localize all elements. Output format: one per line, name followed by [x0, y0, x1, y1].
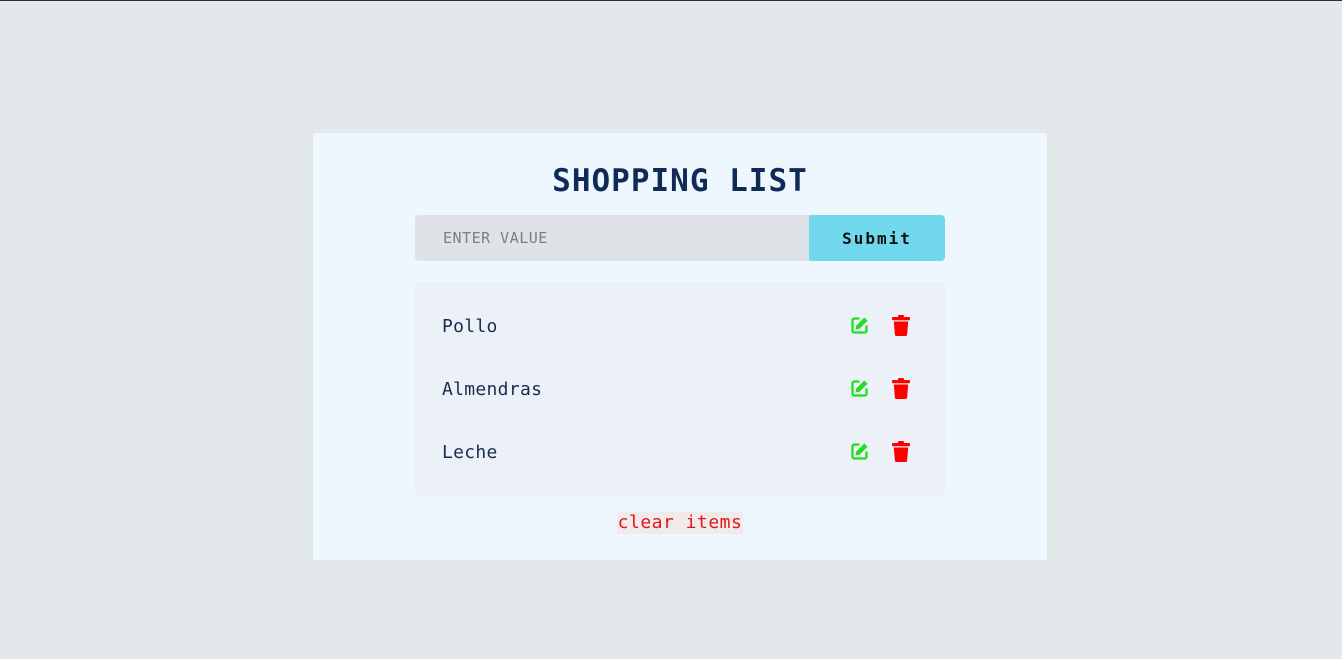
list-item: Almendras — [415, 358, 945, 421]
submit-button[interactable]: Submit — [809, 215, 945, 261]
clear-items-button[interactable]: clear items — [616, 512, 744, 534]
list-item: Leche — [415, 421, 945, 484]
trash-icon[interactable] — [890, 378, 911, 399]
page-title: SHOPPING LIST — [552, 163, 808, 199]
list-item: Pollo — [415, 295, 945, 358]
item-form: Submit — [415, 215, 945, 261]
edit-icon[interactable] — [849, 441, 870, 462]
item-list: Pollo Almendras Leche — [415, 282, 945, 496]
item-name: Almendras — [442, 379, 543, 400]
edit-icon[interactable] — [849, 315, 870, 336]
item-input[interactable] — [415, 215, 809, 261]
clear-wrap: clear items — [313, 512, 1047, 534]
shopping-list-card: SHOPPING LIST Submit Pollo — [313, 133, 1047, 560]
trash-icon[interactable] — [890, 441, 911, 462]
item-actions — [849, 315, 911, 336]
item-name: Pollo — [442, 316, 498, 337]
edit-icon[interactable] — [849, 378, 870, 399]
item-actions — [849, 441, 911, 462]
item-name: Leche — [442, 442, 498, 463]
item-actions — [849, 378, 911, 399]
trash-icon[interactable] — [890, 315, 911, 336]
